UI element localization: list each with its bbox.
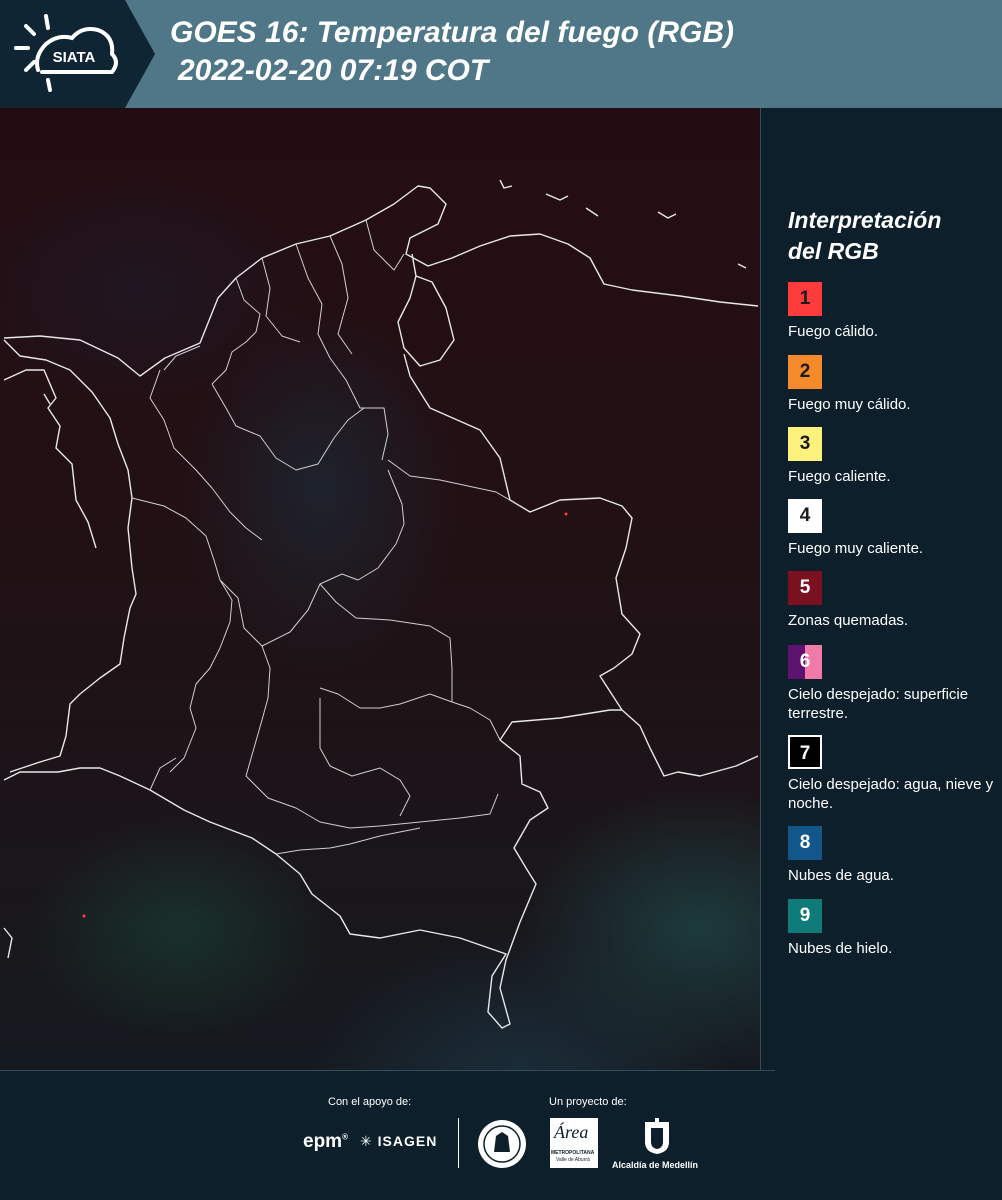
legend-title-line-2: del RGB (788, 238, 879, 264)
legend-label: Fuego muy caliente. (788, 540, 924, 557)
support-label: Con el apoyo de: (328, 1096, 412, 1108)
island (499, 179, 513, 189)
medellin-caption: Alcaldía de Medellín (612, 1160, 699, 1170)
country-border (3, 185, 759, 1029)
epm-logo: epm® (303, 1131, 348, 1153)
legend-label: Cielo despejado: superficie terrestre. (788, 686, 969, 722)
medellin-coat-of-arms-icon (645, 1118, 669, 1154)
epm-logo-text: epm (303, 1131, 343, 1152)
legend-swatch: 7 (788, 735, 822, 769)
area-caption-line-2: Valle de Aburrá (556, 1157, 590, 1163)
satellite-map (0, 108, 760, 1070)
isagen-logo-text: ISAGEN (377, 1133, 438, 1149)
isagen-mark-icon: ✳ (360, 1133, 373, 1149)
island (43, 393, 51, 405)
page-title: GOES 16: Temperatura del fuego (RGB) 202… (170, 14, 734, 90)
legend-swatch: 6 (788, 645, 822, 679)
legend-label: Zonas quemadas. (788, 612, 909, 629)
island (3, 927, 13, 959)
legend-swatch: 8 (788, 826, 822, 860)
legend-title-line-1: Interpretación (788, 207, 942, 233)
legend-label: Fuego caliente. (788, 468, 891, 485)
island (585, 207, 599, 217)
header: SIATA GOES 16: Temperatura del fuego (RG… (0, 0, 1002, 108)
legend-swatch: 2 (788, 355, 822, 389)
legend-label: Cielo despejado: agua, nieve y noche. (788, 776, 994, 812)
boundary-lines (3, 179, 759, 1029)
island (657, 211, 677, 219)
legend-title: Interpretación del RGB (788, 205, 998, 267)
area-metropolitana-logo: Área METROPOLITANA Valle de Aburrá (550, 1118, 598, 1168)
registered-mark-icon: ® (342, 1132, 348, 1142)
pacific-coast (3, 369, 97, 549)
footer-separator (458, 1118, 459, 1168)
title-line-2: 2022-02-20 07:19 COT (178, 54, 489, 87)
legend-swatch: 9 (788, 899, 822, 933)
isagen-logo: ✳ ISAGEN (360, 1133, 437, 1150)
legend: Interpretación del RGB 1 Fuego cálido. 2 Fu… (788, 205, 998, 957)
legend-swatch: 5 (788, 571, 822, 605)
area-logo-text: Área (554, 1122, 589, 1142)
legend-label: Nubes de hielo. (788, 940, 893, 957)
siata-sun-cloud-icon: SIATA (14, 14, 118, 92)
logo-text: SIATA (53, 49, 96, 66)
legend-label: Fuego cálido. (788, 323, 879, 340)
map-divider (760, 108, 761, 1070)
island (737, 263, 747, 269)
map-bottom-line (0, 1070, 775, 1071)
legend-label: Fuego muy cálido. (788, 396, 911, 413)
island (545, 193, 569, 201)
project-label: Un proyecto de: (549, 1096, 627, 1108)
area-caption-line-1: METROPOLITANA (551, 1150, 595, 1156)
legend-label: Nubes de agua. (788, 867, 894, 884)
legend-swatch: 1 (788, 282, 822, 316)
fire-hotspot (82, 914, 86, 918)
department-borders (131, 219, 521, 855)
title-line-1: GOES 16: Temperatura del fuego (RGB) (170, 16, 734, 49)
legend-swatch: 4 (788, 499, 822, 533)
fire-hotspot (564, 512, 568, 516)
legend-swatch: 3 (788, 427, 822, 461)
university-seal-icon (478, 1120, 526, 1168)
